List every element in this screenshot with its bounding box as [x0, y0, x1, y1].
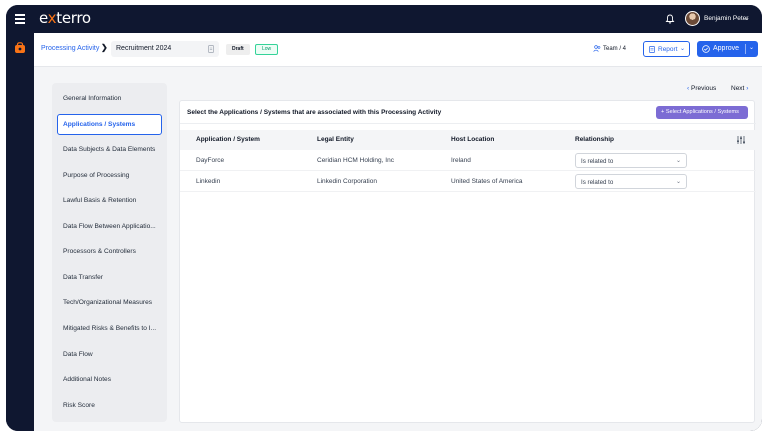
app-window: exterro Benjamin Peter ⌄ Processing Acti… — [6, 5, 762, 431]
previous-label: Previous — [690, 85, 717, 92]
nav-item-lawful-basis[interactable]: Lawful Basis & Retention — [57, 190, 162, 211]
button-divider — [745, 44, 746, 54]
applications-panel: Select the Applications / Systems that a… — [179, 100, 756, 423]
column-header-host-location[interactable]: Host Location — [451, 136, 494, 143]
nav-item-general-information[interactable]: General Information — [57, 88, 162, 109]
chevron-right-icon: › — [746, 85, 749, 92]
nav-item-mitigated-risks[interactable]: Mitigated Risks & Benefits to I... — [57, 318, 162, 339]
select-applications-label: Select Applications / Systems — [665, 109, 739, 115]
report-label: Report — [658, 46, 678, 53]
nav-item-data-transfer[interactable]: Data Transfer — [57, 267, 162, 288]
approve-button[interactable]: Approve ⌄ — [697, 41, 758, 57]
status-badge: Draft — [226, 44, 250, 55]
avatar[interactable] — [685, 11, 700, 26]
risk-badge: Low — [255, 44, 279, 55]
activity-title-field[interactable]: Recruitment 2024 — [111, 41, 219, 57]
team-icon — [593, 45, 601, 52]
breadcrumb-separator: ❯ — [101, 43, 108, 52]
panel-title: Select the Applications / Systems that a… — [187, 109, 442, 116]
bell-icon[interactable] — [665, 14, 675, 24]
report-button[interactable]: Report ⌄ — [643, 41, 690, 57]
relationship-select[interactable]: Is related to ⌄ — [575, 174, 687, 189]
document-icon — [649, 46, 655, 53]
nav-item-data-flow[interactable]: Data Flow — [57, 344, 162, 365]
chevron-down-icon[interactable]: ⌄ — [749, 44, 754, 51]
panel-header: Select the Applications / Systems that a… — [180, 101, 756, 124]
plus-icon: + — [661, 109, 665, 115]
previous-button[interactable]: ‹ Previous — [687, 85, 716, 92]
chevron-down-icon: ⌄ — [679, 46, 685, 52]
hamburger-menu-icon[interactable] — [15, 14, 25, 24]
user-name[interactable]: Benjamin Peter — [704, 15, 748, 22]
column-header-relationship[interactable]: Relationship — [575, 136, 614, 143]
cell-application: DayForce — [196, 157, 225, 164]
check-circle-icon — [702, 45, 710, 53]
relationship-value: Is related to — [581, 158, 614, 165]
left-rail — [6, 33, 34, 431]
edit-icon[interactable] — [208, 45, 215, 53]
table-row[interactable]: Linkedin Linkedin Corporation United Sta… — [180, 171, 756, 192]
nav-item-data-subjects[interactable]: Data Subjects & Data Elements — [57, 139, 162, 160]
chevron-left-icon: ‹ — [687, 85, 690, 92]
next-label: Next — [731, 85, 745, 92]
main-content: Processing Activity ❯ Recruitment 2024 D… — [34, 33, 762, 431]
privacy-module-icon[interactable] — [14, 42, 26, 54]
table-row[interactable]: DayForce Ceridian HCM Holding, Inc Irela… — [180, 150, 756, 171]
chevron-down-icon[interactable]: ⌄ — [744, 14, 750, 22]
nav-item-applications-systems[interactable]: Applications / Systems — [57, 114, 162, 135]
column-header-legal-entity[interactable]: Legal Entity — [317, 136, 354, 143]
next-button[interactable]: Next › — [731, 85, 748, 92]
exterro-logo[interactable]: exterro — [39, 9, 91, 27]
relationship-value: Is related to — [581, 179, 614, 186]
cell-application: Linkedin — [196, 178, 221, 185]
nav-item-purpose-of-processing[interactable]: Purpose of Processing — [57, 165, 162, 186]
column-header-application[interactable]: Application / System — [196, 136, 260, 143]
cell-legal-entity: Linkedin Corporation — [317, 178, 377, 185]
table-header: Application / System Legal Entity Host L… — [180, 130, 756, 150]
team-indicator[interactable]: Team / 4 — [593, 45, 626, 52]
sliders-icon[interactable] — [736, 135, 746, 145]
top-bar: exterro Benjamin Peter ⌄ — [6, 5, 762, 33]
chevron-down-icon: ⌄ — [675, 179, 681, 185]
nav-item-data-flow-between-applications[interactable]: Data Flow Between Applicatio... — [57, 216, 162, 237]
approve-label: Approve — [713, 45, 740, 52]
cell-host-location: Ireland — [451, 157, 471, 164]
nav-item-tech-organizational-measures[interactable]: Tech/Organizational Measures — [57, 292, 162, 313]
cell-legal-entity: Ceridian HCM Holding, Inc — [317, 157, 394, 164]
activity-title: Recruitment 2024 — [116, 45, 172, 52]
nav-item-additional-notes[interactable]: Additional Notes — [57, 369, 162, 390]
breadcrumb-processing-activity[interactable]: Processing Activity — [41, 45, 99, 52]
nav-item-processors-controllers[interactable]: Processors & Controllers — [57, 241, 162, 262]
select-applications-button[interactable]: + Select Applications / Systems — [656, 106, 748, 119]
relationship-select[interactable]: Is related to ⌄ — [575, 153, 687, 168]
section-nav: General Information Applications / Syste… — [52, 83, 167, 422]
activity-header: Processing Activity ❯ Recruitment 2024 D… — [34, 33, 762, 67]
nav-item-risk-score[interactable]: Risk Score — [57, 395, 162, 416]
cell-host-location: United States of America — [451, 178, 523, 185]
team-label: Team / 4 — [603, 46, 627, 53]
chevron-down-icon: ⌄ — [675, 158, 681, 164]
